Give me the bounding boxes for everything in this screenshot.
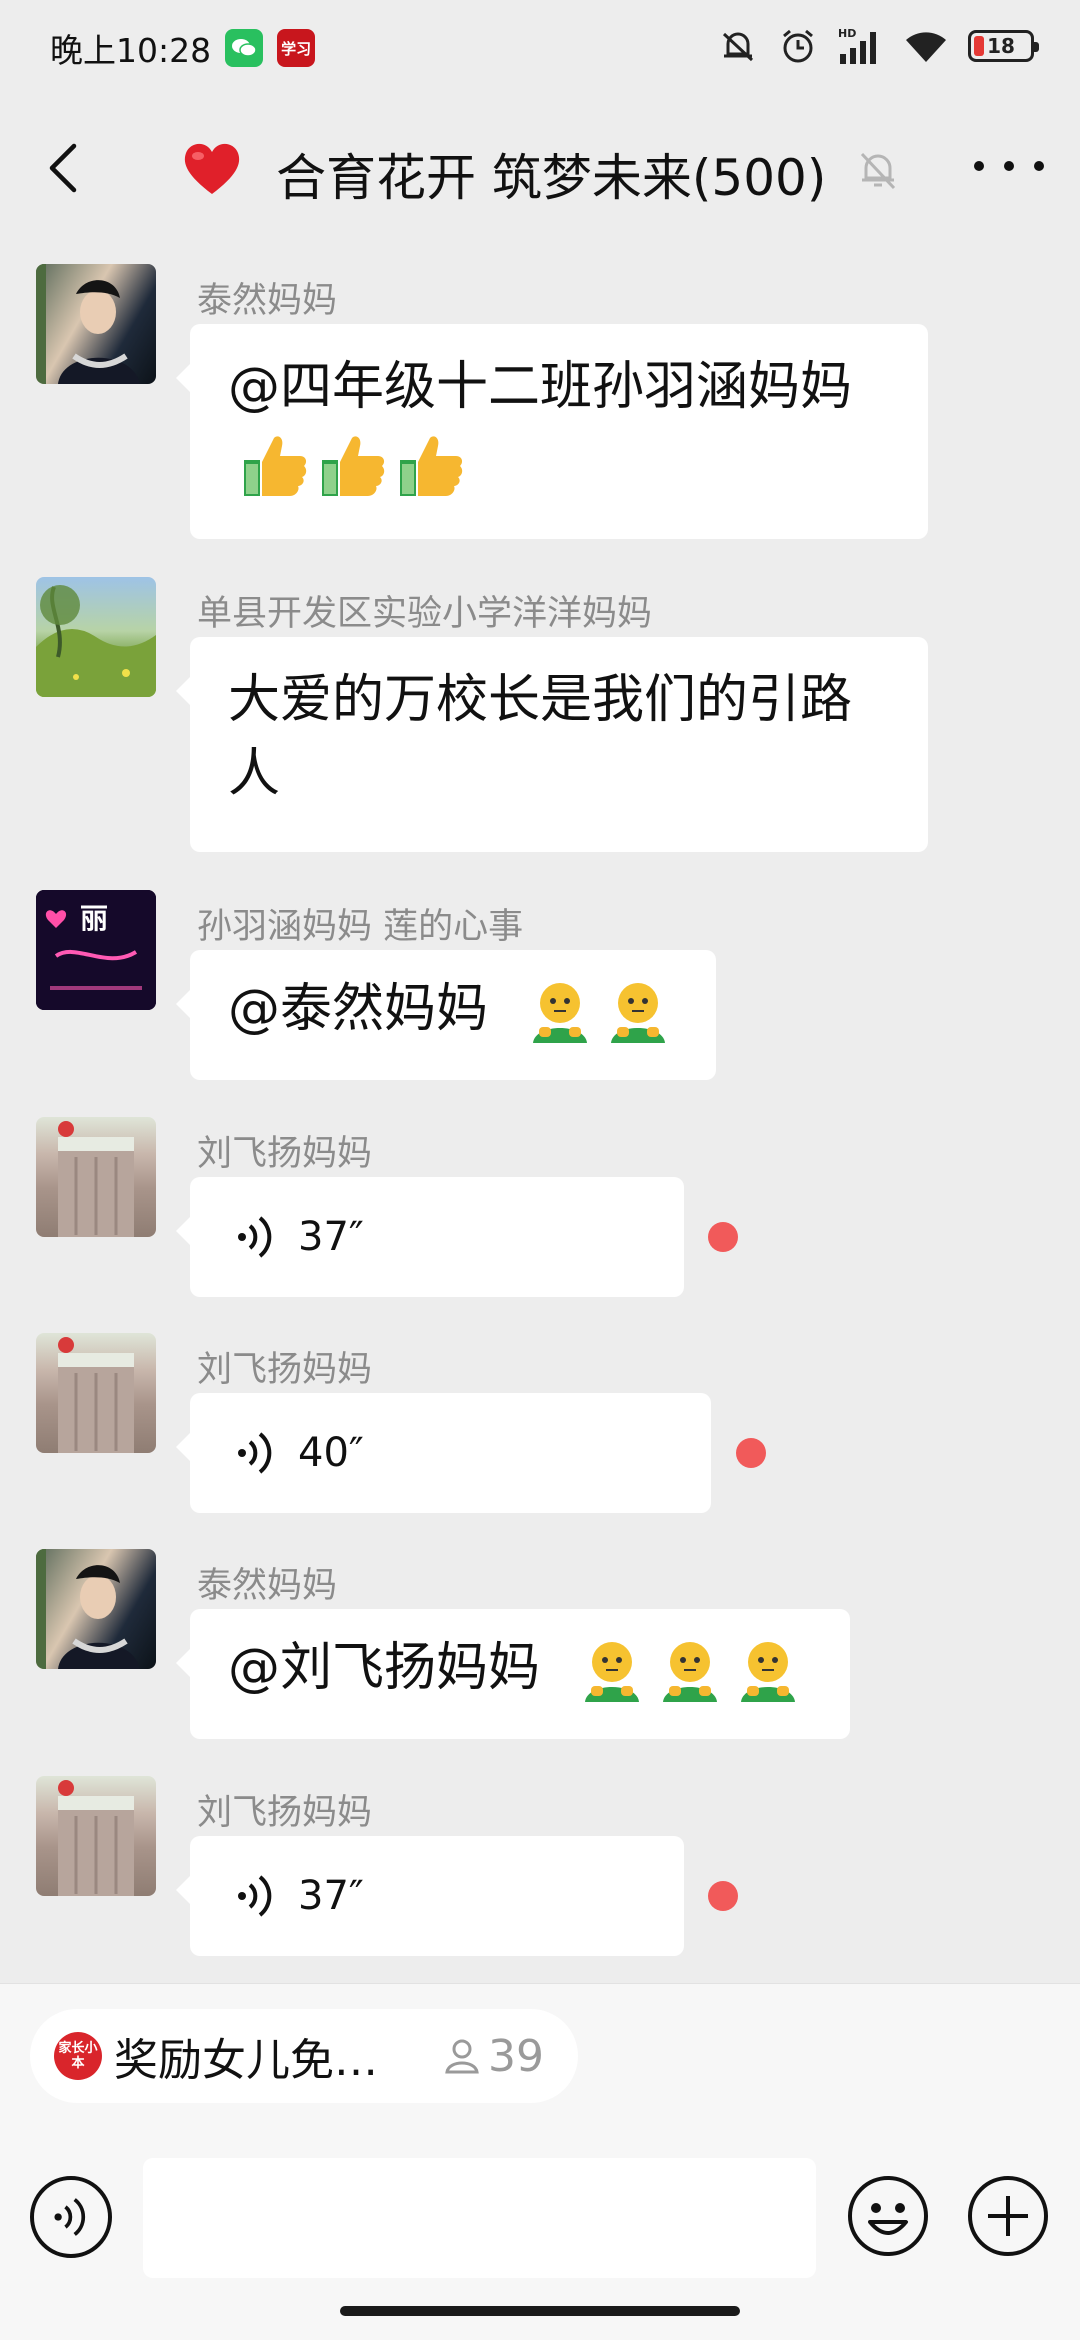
voice-wave-icon [238,1875,272,1917]
live-logo: 家长小本 [54,2032,102,2080]
message-bubble[interactable]: 大爱的万校长是我们的引路 人 [176,637,928,852]
sender-name: 单县开发区实验小学洋洋妈妈 [197,594,653,634]
message-text-line: 人 [228,744,281,804]
voice-message-bubble[interactable]: 37″ [176,1836,684,1956]
voice-message-bubble[interactable]: 40″ [176,1393,711,1513]
avatar[interactable] [36,1117,156,1237]
mute-bell-icon [722,32,754,62]
avatar[interactable] [36,1333,156,1453]
avatar[interactable] [36,1776,156,1896]
heart-icon [184,143,240,194]
status-icons: HD 18 [718,26,1039,66]
person-emoji-icon [740,1642,795,1702]
voice-wave-icon [54,2198,86,2236]
thumbs-up-icon [244,436,307,497]
unread-dot [708,1222,738,1252]
muted-bell-icon [860,152,896,190]
person-emoji-icon [610,983,665,1043]
viewer-count: 39 [442,2031,544,2082]
plus-button-icon[interactable] [966,2174,1050,2258]
waiting-emojis [525,977,673,1047]
live-title: 奖励女儿免… [114,2035,378,2086]
chat-header: 合育花开 筑梦未来(500) [0,96,1080,246]
person-emoji-icon [662,1642,717,1702]
emoji-button-icon[interactable] [846,2174,930,2258]
thumbs-up-icon [400,436,463,497]
message-text: @刘飞扬妈妈 [228,1638,541,1698]
thumbs-up-icon [322,436,385,497]
viewer-count-value: 39 [488,2030,544,2082]
bottom-panel: 家长小本 奖励女儿免… 39 [0,1983,1080,2340]
more-options-button[interactable] [974,146,1044,186]
voice-message-bubble[interactable]: 37″ [176,1177,684,1297]
voice-input-button[interactable] [30,2176,112,2258]
person-icon [445,2039,479,2074]
message-text-line: 大爱的万校长是我们的引路 [228,670,853,730]
person-emoji-icon [532,983,587,1043]
back-icon[interactable] [36,138,96,198]
live-stream-pill[interactable]: 家长小本 奖励女儿免… 39 [30,2009,578,2103]
thumbs-up-emojis [240,430,466,500]
message-text: @四年级十二班孙羽涵妈妈 [228,357,853,417]
alarm-icon [783,29,813,63]
wechat-icon [225,29,264,67]
battery-level: 18 [987,34,1015,58]
signal-icon: HD [838,27,876,64]
person-emoji-icon [584,1642,639,1702]
voice-duration: 37″ [298,1873,364,1919]
unread-dot [736,1438,766,1468]
status-bar: 晚上10:28 学习 HD 18 [0,0,1080,96]
sender-name: 刘飞扬妈妈 [197,1134,373,1174]
svg-text:HD: HD [838,27,856,40]
message-input[interactable] [143,2158,816,2278]
chat-title[interactable]: 合育花开 筑梦未来(500) [276,138,826,210]
sender-name: 泰然妈妈 [197,1566,338,1606]
message-bubble[interactable]: @刘飞扬妈妈 [176,1609,850,1739]
wifi-icon [906,32,946,62]
sender-name: 泰然妈妈 [197,281,338,321]
unread-dot [708,1881,738,1911]
avatar[interactable]: 丽 [36,890,156,1010]
xuexi-app-icon: 学习 [277,29,316,67]
avatar[interactable] [36,1549,156,1669]
sender-name: 刘飞扬妈妈 [197,1350,373,1390]
message-bubble[interactable]: @四年级十二班孙羽涵妈妈 [176,324,928,539]
status-time: 晚上10:28 [50,31,212,70]
voice-wave-icon [238,1216,272,1258]
home-indicator[interactable] [340,2306,740,2316]
sender-name: 孙羽涵妈妈 莲的心事 [197,907,524,947]
xuexi-app-label: 学习 [281,39,312,58]
message-bubble[interactable]: @泰然妈妈 [176,950,716,1080]
waiting-emojis [577,1636,803,1706]
battery-icon: 18 [968,30,1039,62]
input-bar [0,2154,1080,2294]
voice-wave-icon [238,1432,272,1474]
voice-duration: 40″ [298,1430,364,1476]
avatar-label: 丽 [80,902,108,935]
voice-duration: 37″ [298,1214,364,1260]
avatar[interactable] [36,264,156,384]
message-text: @泰然妈妈 [228,979,489,1039]
sender-name: 刘飞扬妈妈 [197,1793,373,1833]
avatar[interactable] [36,577,156,697]
